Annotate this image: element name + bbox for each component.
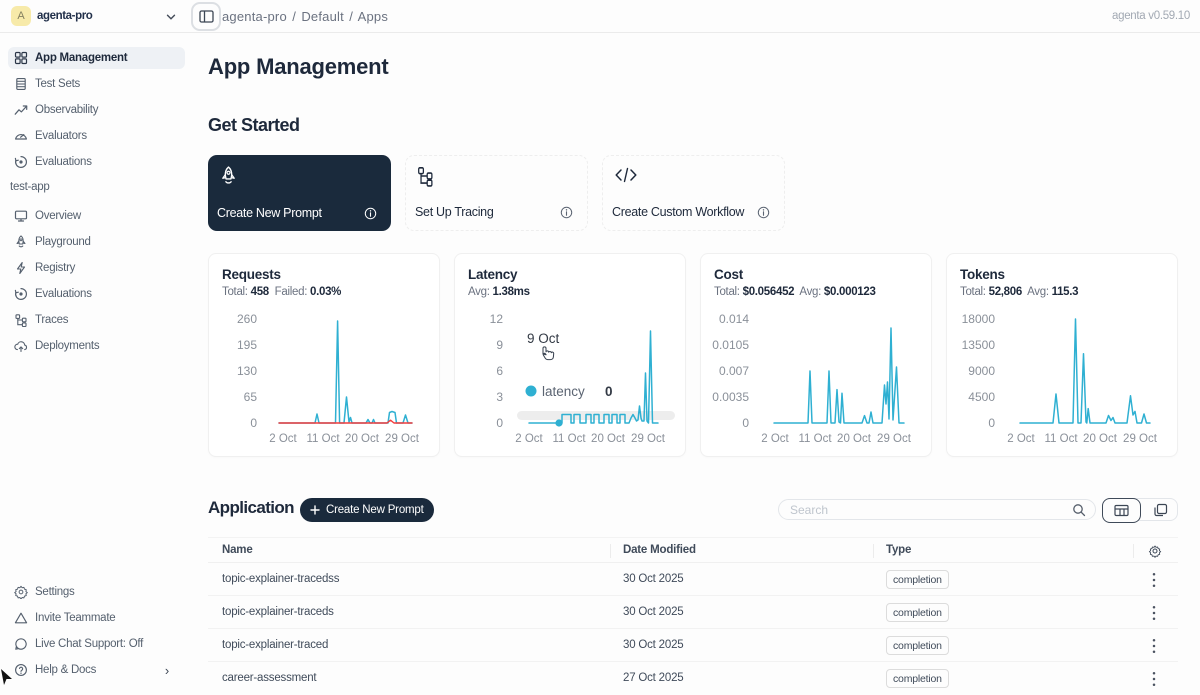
svg-text:0.0105: 0.0105 xyxy=(712,338,749,352)
svg-text:0: 0 xyxy=(742,416,749,430)
svg-text:9 Oct: 9 Oct xyxy=(527,331,560,346)
svg-text:0: 0 xyxy=(605,384,613,399)
svg-text:29 Oct: 29 Oct xyxy=(385,433,420,445)
svg-text:11 Oct: 11 Oct xyxy=(798,433,832,445)
svg-text:260: 260 xyxy=(237,312,257,326)
svg-text:11 Oct: 11 Oct xyxy=(306,433,340,445)
svg-text:20 Oct: 20 Oct xyxy=(837,433,872,445)
svg-text:29 Oct: 29 Oct xyxy=(877,433,912,445)
svg-text:20 Oct: 20 Oct xyxy=(591,433,626,445)
svg-text:130: 130 xyxy=(237,364,257,378)
svg-text:0: 0 xyxy=(988,416,995,430)
svg-text:29 Oct: 29 Oct xyxy=(1123,433,1158,445)
svg-text:0.0035: 0.0035 xyxy=(712,390,749,404)
svg-text:2 Oct: 2 Oct xyxy=(761,433,789,445)
svg-text:0.014: 0.014 xyxy=(719,312,749,326)
svg-text:9000: 9000 xyxy=(968,364,995,378)
svg-text:latency: latency xyxy=(542,384,585,399)
svg-text:0: 0 xyxy=(496,416,503,430)
svg-text:2 Oct: 2 Oct xyxy=(515,433,543,445)
svg-text:18000: 18000 xyxy=(962,312,996,326)
svg-text:0: 0 xyxy=(250,416,257,430)
svg-text:11 Oct: 11 Oct xyxy=(552,433,586,445)
svg-text:12: 12 xyxy=(490,312,504,326)
svg-text:11 Oct: 11 Oct xyxy=(1044,433,1078,445)
svg-text:2 Oct: 2 Oct xyxy=(1007,433,1035,445)
svg-text:20 Oct: 20 Oct xyxy=(345,433,380,445)
svg-text:4500: 4500 xyxy=(968,390,995,404)
svg-text:2 Oct: 2 Oct xyxy=(269,433,297,445)
svg-text:195: 195 xyxy=(237,338,257,352)
svg-text:20 Oct: 20 Oct xyxy=(1083,433,1118,445)
svg-text:3: 3 xyxy=(496,390,503,404)
svg-text:0.007: 0.007 xyxy=(719,364,749,378)
svg-text:29 Oct: 29 Oct xyxy=(631,433,666,445)
svg-text:65: 65 xyxy=(244,390,258,404)
svg-text:13500: 13500 xyxy=(962,338,996,352)
svg-text:6: 6 xyxy=(496,364,503,378)
svg-text:9: 9 xyxy=(496,338,503,352)
